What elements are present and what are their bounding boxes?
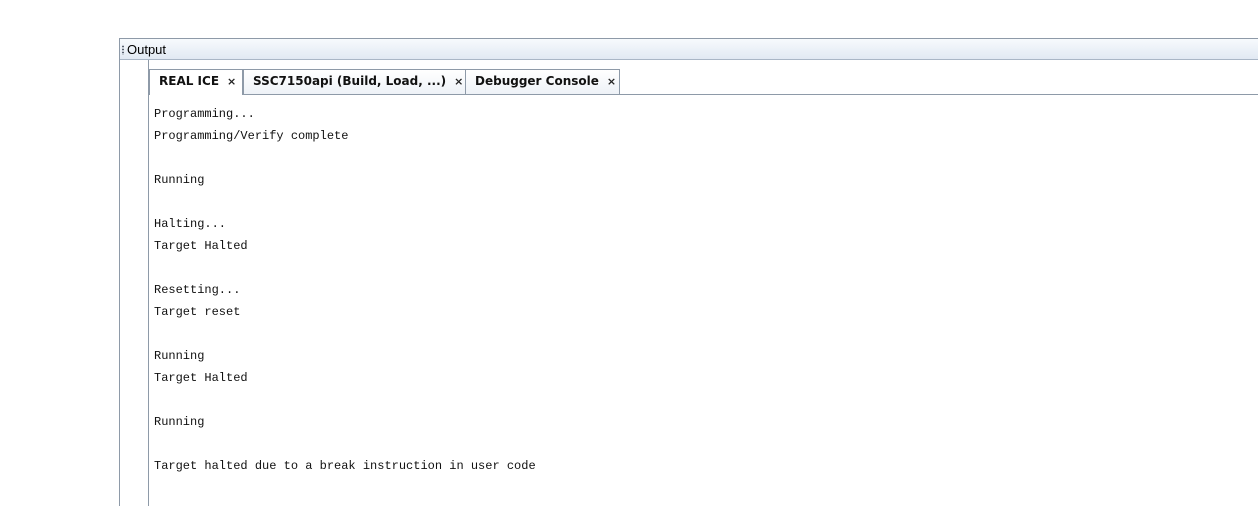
console-line: Programming/Verify complete [154,129,349,143]
tab-label: REAL ICE [159,74,220,88]
close-icon[interactable]: × [454,70,463,93]
output-window: Output REAL ICE × SSC7150api (Build, Load… [119,38,1258,506]
output-title-bar[interactable]: Output [120,39,1258,60]
close-icon[interactable]: × [227,70,236,93]
console-line: Target reset [154,305,241,319]
console-line: Target Halted [154,239,248,253]
console-output[interactable]: Programming... Programming/Verify comple… [154,103,1258,506]
console-line: Halting... [154,217,227,231]
tab-label: SSC7150api (Build, Load, ...) [253,74,447,88]
console-line: Target Halted [154,371,248,385]
page: Output REAL ICE × SSC7150api (Build, Load… [0,0,1258,506]
console-line: Running [154,415,205,429]
tab-real-ice[interactable]: REAL ICE × [149,69,243,95]
console-line: Running [154,349,205,363]
tab-ssc7150api-build-load[interactable]: SSC7150api (Build, Load, ...) × [243,69,466,94]
output-panel: REAL ICE × SSC7150api (Build, Load, ...) ×… [148,60,1258,506]
close-icon[interactable]: × [607,70,616,93]
output-title: Output [127,42,167,57]
console-line: Running [154,173,205,187]
console-line: Programming... [154,107,255,121]
console-line: Target halted due to a break instruction… [154,459,536,473]
console-line: Resetting... [154,283,241,297]
tab-debugger-console[interactable]: Debugger Console × [465,69,620,94]
tab-label: Debugger Console [475,74,599,88]
drag-grip-icon[interactable] [122,45,124,55]
tab-strip: REAL ICE × SSC7150api (Build, Load, ...) ×… [149,69,1258,95]
